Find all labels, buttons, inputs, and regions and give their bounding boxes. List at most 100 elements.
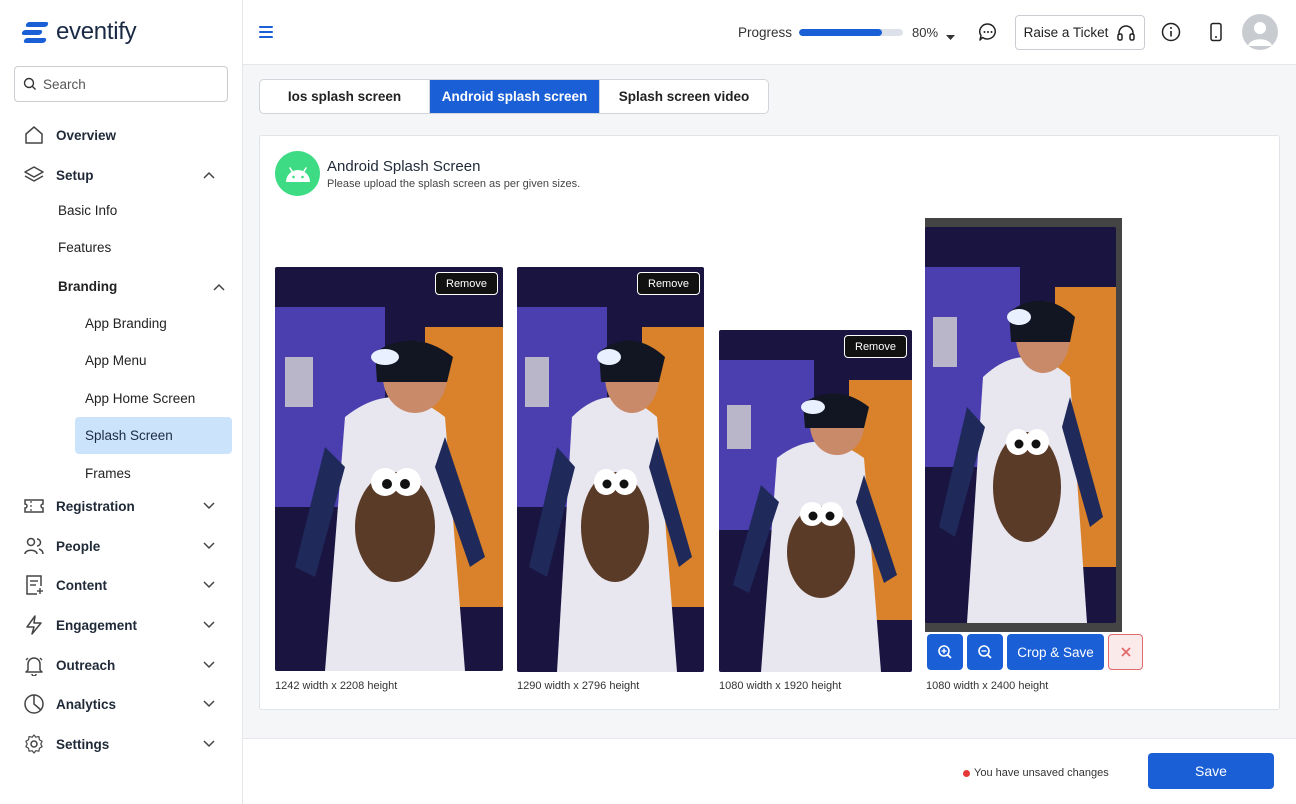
people-icon [22, 534, 46, 558]
sidebar-item-outreach[interactable]: Outreach [0, 647, 243, 683]
sidebar-item-label: Splash Screen [85, 428, 173, 443]
gear-icon [22, 732, 46, 756]
crop-frame[interactable] [925, 218, 1122, 632]
search-box[interactable] [14, 66, 228, 102]
sidebar-item-features[interactable]: Features [58, 231, 233, 263]
splash-image-1 [275, 267, 503, 671]
card-subtitle: Please upload the splash screen as per g… [327, 178, 581, 190]
raise-ticket-button[interactable]: Raise a Ticket [1015, 15, 1145, 50]
footer-bar: You have unsaved changes Save [243, 738, 1296, 804]
sidebar-item-setup[interactable]: Setup [0, 157, 243, 193]
sidebar-item-content[interactable]: Content [0, 567, 243, 603]
headset-icon [1117, 24, 1136, 41]
zoom-in-button[interactable] [927, 634, 963, 670]
search-input[interactable] [43, 76, 213, 92]
cancel-crop-button[interactable] [1108, 634, 1143, 670]
sidebar-item-engagement[interactable]: Engagement [0, 607, 243, 643]
brand-logo[interactable]: eventify [21, 18, 137, 46]
tab-splash-screen-video[interactable]: Splash screen video [600, 80, 768, 113]
size-caption: 1290 width x 2796 height [517, 680, 640, 692]
sidebar-item-splash-screen[interactable]: Splash Screen [75, 417, 232, 454]
progress-percent: 80% [912, 25, 939, 40]
lightning-icon [22, 613, 46, 637]
search-icon [23, 77, 36, 90]
close-icon [1120, 647, 1131, 657]
unsaved-indicator: You have unsaved changes [963, 767, 1109, 779]
sidebar-item-people[interactable]: People [0, 528, 243, 564]
vr-photo-image [719, 330, 912, 672]
zoom-in-icon [938, 645, 952, 659]
remove-button[interactable]: Remove [844, 335, 907, 358]
sidebar-item-registration[interactable]: Registration [0, 488, 243, 524]
vr-photo-image [275, 267, 503, 671]
status-dot [963, 769, 970, 777]
unsaved-text: You have unsaved changes [974, 767, 1109, 779]
sidebar-item-settings[interactable]: Settings [0, 726, 243, 762]
android-icon [275, 151, 320, 196]
chat-icon[interactable] [976, 20, 1000, 44]
vr-photo-image [517, 267, 704, 672]
mobile-preview-icon[interactable] [1204, 20, 1228, 44]
top-header: Progress 80% Raise a Ticket [243, 0, 1296, 65]
save-button[interactable]: Save [1148, 753, 1274, 789]
size-caption: 1080 width x 1920 height [719, 680, 842, 692]
zoom-out-button[interactable] [967, 634, 1003, 670]
sidebar-item-app-home-screen[interactable]: App Home Screen [75, 380, 232, 417]
sidebar-item-analytics[interactable]: Analytics [0, 686, 243, 722]
chevron-down-icon [199, 502, 219, 510]
pie-chart-icon [22, 692, 46, 716]
chevron-down-icon [199, 740, 219, 748]
sidebar-item-label: Outreach [56, 657, 116, 673]
sidebar-item-app-menu[interactable]: App Menu [75, 342, 232, 379]
sidebar-item-label: Settings [56, 736, 110, 752]
sidebar: eventify Overview Setup Basic Info Featu… [0, 0, 243, 804]
sidebar-item-frames[interactable]: Frames [75, 455, 232, 492]
sidebar-item-label: App Branding [85, 316, 167, 331]
chevron-down-icon [199, 700, 219, 708]
sidebar-item-label: Branding [58, 278, 118, 294]
sidebar-item-app-branding[interactable]: App Branding [75, 305, 232, 342]
sidebar-item-label: Overview [56, 127, 117, 143]
splash-image-4[interactable] [925, 227, 1116, 623]
remove-button[interactable]: Remove [637, 272, 700, 295]
remove-button[interactable]: Remove [435, 272, 498, 295]
tab-ios-splash-screen[interactable]: Ios splash screen [260, 80, 430, 113]
android-splash-card: Android Splash Screen Please upload the … [259, 135, 1280, 710]
splash-tabs: Ios splash screen Android splash screen … [259, 79, 769, 114]
crop-save-button[interactable]: Crop & Save [1007, 634, 1104, 670]
tab-android-splash-screen[interactable]: Android splash screen [430, 80, 600, 113]
sidebar-item-label: Setup [56, 167, 94, 183]
sidebar-item-label: App Menu [85, 353, 147, 368]
sidebar-item-branding[interactable]: Branding [58, 270, 233, 302]
bell-icon [22, 653, 46, 677]
home-icon [22, 123, 46, 147]
chevron-down-icon [199, 581, 219, 589]
size-caption: 1080 width x 2400 height [926, 680, 1049, 692]
chevron-down-icon [199, 661, 219, 669]
avatar[interactable] [1242, 14, 1278, 50]
splash-image-3 [719, 330, 912, 672]
sidebar-item-label: App Home Screen [85, 391, 196, 406]
sidebar-item-basic-info[interactable]: Basic Info [58, 194, 233, 226]
raise-ticket-label: Raise a Ticket [1023, 25, 1109, 40]
splash-image-2 [517, 267, 704, 672]
menu-icon[interactable] [259, 26, 273, 38]
sidebar-item-overview[interactable]: Overview [0, 117, 243, 153]
layers-icon [22, 163, 46, 187]
chevron-down-icon [199, 621, 219, 629]
info-icon[interactable] [1159, 20, 1183, 44]
chevron-up-icon [199, 171, 219, 179]
sidebar-item-label: Frames [85, 466, 131, 481]
document-add-icon [22, 573, 46, 597]
card-title: Android Splash Screen [327, 158, 481, 175]
sidebar-item-label: Analytics [56, 696, 117, 712]
ticket-icon [22, 494, 46, 518]
sidebar-item-label: Basic Info [58, 202, 118, 218]
zoom-out-icon [978, 645, 992, 659]
progress-fill [799, 29, 883, 36]
brand-name: eventify [56, 18, 137, 45]
progress-label: Progress [738, 25, 793, 40]
chevron-down-icon [199, 542, 219, 550]
caret-down-icon[interactable] [946, 29, 955, 44]
sidebar-item-label: Content [56, 577, 107, 593]
